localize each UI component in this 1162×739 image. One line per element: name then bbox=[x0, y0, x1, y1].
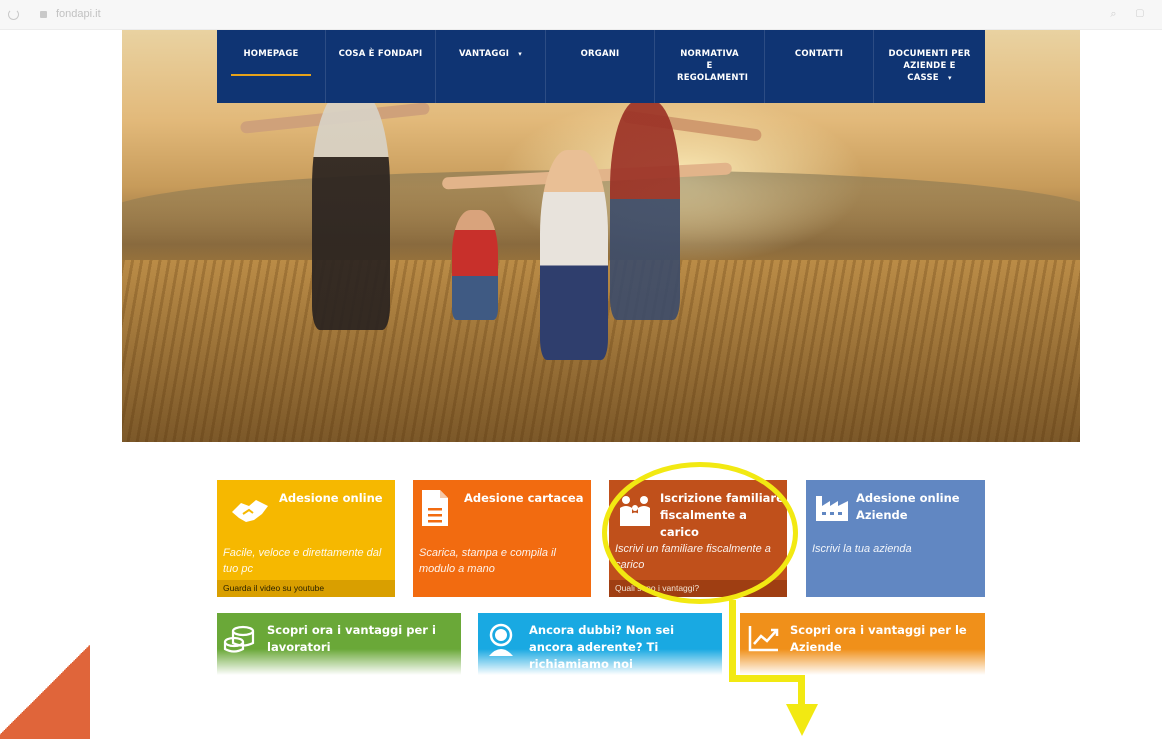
nav-item-label: HOMEPAGE bbox=[243, 49, 299, 59]
tile-description: Scarica, stampa e compila il modulo a ma… bbox=[419, 547, 556, 575]
chevron-down-icon: ▾ bbox=[518, 50, 523, 58]
trend-chart-icon bbox=[748, 626, 779, 652]
nav-item-label: CONTATTI bbox=[794, 49, 844, 59]
nav-item-label: VANTAGGI bbox=[458, 49, 510, 59]
tile-adesione-online[interactable]: Adesione online Facile, veloce e diretta… bbox=[217, 480, 395, 597]
tile-ancora-dubbi[interactable]: Ancora dubbi? Non sei ancora aderente? T… bbox=[478, 613, 722, 675]
highlight-circle-annotation bbox=[602, 462, 798, 604]
tile-adesione-aziende[interactable]: Adesione online Aziende Iscrivi la tua a… bbox=[806, 480, 985, 597]
tile-title: Adesione cartacea bbox=[464, 491, 584, 505]
tile-title: Adesione online Aziende bbox=[856, 491, 960, 522]
hero-person-mother bbox=[312, 90, 390, 330]
nav-item-normativa[interactable]: NORMATIVA E REGOLAMENTI bbox=[655, 30, 765, 103]
tile-vantaggi-lavoratori[interactable]: Scopri ora i vantaggi per i lavoratori bbox=[217, 613, 461, 675]
arrow-annotation bbox=[798, 675, 805, 705]
document-icon bbox=[422, 490, 448, 526]
nav-item-cosa-e-fondapi[interactable]: COSA È FONDAPI bbox=[326, 30, 436, 103]
tile-description: Facile, veloce e direttamente dal tuo pc bbox=[223, 547, 382, 575]
hero-person-father bbox=[610, 100, 680, 320]
nav-item-label: ORGANI bbox=[580, 49, 620, 59]
youtube-video-link[interactable]: Guarda il video su youtube bbox=[217, 580, 395, 597]
hero-person-boy bbox=[452, 210, 498, 320]
factory-icon bbox=[816, 496, 848, 521]
nav-item-contatti[interactable]: CONTATTI bbox=[765, 30, 874, 103]
nav-item-organi[interactable]: ORGANI bbox=[546, 30, 655, 103]
nav-item-vantaggi[interactable]: VANTAGGI ▾ bbox=[436, 30, 546, 103]
arrow-annotation bbox=[729, 675, 805, 682]
tile-description: Iscrivi la tua azienda bbox=[812, 543, 912, 555]
decorative-corner-triangle bbox=[0, 640, 90, 739]
nav-item-documenti[interactable]: DOCUMENTI PER AZIENDE E CASSE ▾ bbox=[874, 30, 985, 103]
tile-vantaggi-aziende[interactable]: Scopri ora i vantaggi per le Aziende bbox=[740, 613, 985, 675]
reload-icon[interactable] bbox=[8, 9, 19, 20]
handshake-icon bbox=[232, 500, 268, 522]
nav-item-label: NORMATIVA E REGOLAMENTI bbox=[677, 49, 749, 83]
nav-item-homepage[interactable]: HOMEPAGE bbox=[217, 30, 326, 103]
address-bar-url[interactable]: fondapi.it bbox=[56, 8, 101, 20]
hero-person-girl bbox=[540, 150, 608, 360]
arrow-annotation bbox=[729, 600, 736, 680]
main-navigation: HOMEPAGE COSA È FONDAPI VANTAGGI ▾ ORGAN… bbox=[217, 30, 985, 103]
nav-item-label: COSA È FONDAPI bbox=[338, 49, 423, 59]
browser-actions-icon[interactable]: ⌕ ▢ bbox=[1110, 8, 1152, 21]
chevron-down-icon: ▾ bbox=[947, 74, 952, 82]
arrow-head-icon bbox=[786, 704, 818, 736]
lock-icon bbox=[40, 11, 47, 18]
tile-adesione-cartacea[interactable]: Adesione cartacea Scarica, stampa e comp… bbox=[413, 480, 591, 597]
nav-item-label: DOCUMENTI PER AZIENDE E CASSE bbox=[888, 49, 971, 83]
browser-bar: fondapi.it ⌕ ▢ bbox=[0, 0, 1162, 30]
tile-title: Adesione online bbox=[279, 491, 383, 505]
